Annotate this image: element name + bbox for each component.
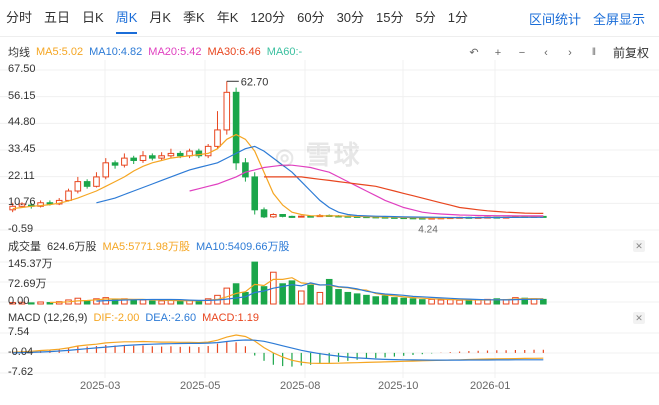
price-axis-label-3: 33.45 xyxy=(8,143,36,155)
candle-27 xyxy=(260,209,268,218)
candle-6 xyxy=(65,190,72,201)
watermark-text: 雪球 xyxy=(305,140,362,170)
candle-10 xyxy=(102,162,110,178)
volume-axis-label-0: 145.37万 xyxy=(8,258,53,270)
price-axis-label-1: 56.15 xyxy=(8,89,36,102)
volume-bar-31 xyxy=(297,290,305,305)
macd-dif-line xyxy=(12,334,544,364)
price-axis-label-0: 67.50 xyxy=(8,63,36,75)
volume-bar-44 xyxy=(419,299,426,305)
volume-bar-35 xyxy=(335,289,342,305)
volume-bar-42 xyxy=(400,297,407,305)
macd-axis-label-0: 7.54 xyxy=(8,326,30,338)
macd-axis-label-1: -0.04 xyxy=(8,346,34,358)
x-axis-label-1: 2025-05 xyxy=(180,380,221,392)
macd-legend-item-2: MACD:1.19 xyxy=(202,312,259,324)
candle-15 xyxy=(149,155,156,159)
volume-bar-39 xyxy=(372,296,380,305)
macd-legend: MACD (12,26,9) DIF:-2.00 DEA:-2.60 MACD:1.… xyxy=(8,310,265,326)
candle-16 xyxy=(158,155,165,159)
candle-13 xyxy=(130,157,137,161)
volume-bar-3 xyxy=(37,301,44,305)
candle-11 xyxy=(111,162,119,166)
x-axis-label-4: 2026-01 xyxy=(470,380,511,392)
kline-chart[interactable]: 62.70 4.24 xyxy=(0,0,659,405)
candle-23 xyxy=(223,91,231,131)
candle-30 xyxy=(288,215,296,218)
price-axis-label-2: 44.80 xyxy=(8,116,36,129)
candle-29 xyxy=(279,214,286,217)
volume-bar-25 xyxy=(242,291,249,305)
volume-bar-45 xyxy=(428,298,435,305)
volume-bar-34 xyxy=(325,278,333,305)
low-annotation: 4.24 xyxy=(418,225,438,236)
volume-bar-13 xyxy=(130,300,137,305)
volume-bar-37 xyxy=(353,293,361,305)
candle-18 xyxy=(176,152,184,157)
volume-bar-14 xyxy=(139,299,147,305)
macd-legend-label: MACD (12,26,9) xyxy=(8,312,88,324)
candle-21 xyxy=(204,145,212,157)
volume-axis-label-1: 72.69万 xyxy=(8,278,47,290)
x-axis-label-0: 2025-03 xyxy=(80,380,121,392)
price-axis-label-5: 10.76 xyxy=(8,196,36,209)
volume-legend: 成交量 624.6万股 MA5:5771.98万股 MA10:5409.66万股 xyxy=(8,238,296,254)
volume-bar-47 xyxy=(446,299,454,305)
volume-bar-46 xyxy=(437,299,445,305)
candle-28 xyxy=(270,214,277,218)
x-axis-label-3: 2025-10 xyxy=(378,380,419,392)
volume-axis-label-2: 0.00 xyxy=(8,295,30,307)
volume-bar-27 xyxy=(260,286,268,305)
volume-bar-15 xyxy=(149,300,156,305)
volume-bar-43 xyxy=(409,298,417,305)
close-macd-icon[interactable]: ✕ xyxy=(633,312,645,324)
volume-bar-36 xyxy=(344,291,352,305)
candle-22 xyxy=(214,129,221,147)
candle-26 xyxy=(251,176,259,211)
volume-bar-26 xyxy=(251,261,259,305)
volume-bar-49 xyxy=(465,300,473,305)
volume-bar-18 xyxy=(176,300,184,305)
candle-14 xyxy=(139,155,147,161)
volume-bar-16 xyxy=(158,300,165,305)
candle-12 xyxy=(121,157,128,166)
volume-bar-20 xyxy=(195,300,203,305)
candle-25 xyxy=(242,162,249,178)
watermark: ◎ 雪球 xyxy=(275,135,361,172)
candle-9 xyxy=(93,176,100,187)
price-axis-label-6: -0.59 xyxy=(8,223,34,235)
macd-dea-line xyxy=(12,339,544,361)
close-volume-icon[interactable]: ✕ xyxy=(633,240,645,252)
volume-ma-legend-1: MA10:5409.66万股 xyxy=(195,241,290,253)
volume-bar-38 xyxy=(363,294,370,305)
macd-axis-label-2: -7.62 xyxy=(8,366,34,378)
volume-bar-32 xyxy=(307,284,314,305)
candle-17 xyxy=(167,152,175,157)
volume-bar-41 xyxy=(391,297,398,305)
high-annotation: 62.70 xyxy=(241,76,269,88)
macd-legend-item-0: DIF:-2.00 xyxy=(93,312,140,324)
volume-bar-21 xyxy=(204,298,212,305)
candle-8 xyxy=(83,181,91,187)
volume-legend-label: 成交量 xyxy=(8,241,41,253)
volume-bar-48 xyxy=(456,299,463,305)
candle-7 xyxy=(74,181,82,192)
watermark-logo-icon: ◎ xyxy=(275,144,297,169)
price-axis-label-4: 22.11 xyxy=(8,169,35,182)
volume-bar-57 xyxy=(540,298,547,305)
x-axis-label-2: 2025-08 xyxy=(280,380,321,392)
macd-legend-item-1: DEA:-2.60 xyxy=(145,312,197,324)
volume-bar-40 xyxy=(381,295,389,305)
volume-value: 624.6万股 xyxy=(47,241,97,253)
candle-31 xyxy=(297,215,305,218)
volume-ma-legend-0: MA5:5771.98万股 xyxy=(102,241,190,253)
volume-bar-33 xyxy=(316,291,324,305)
